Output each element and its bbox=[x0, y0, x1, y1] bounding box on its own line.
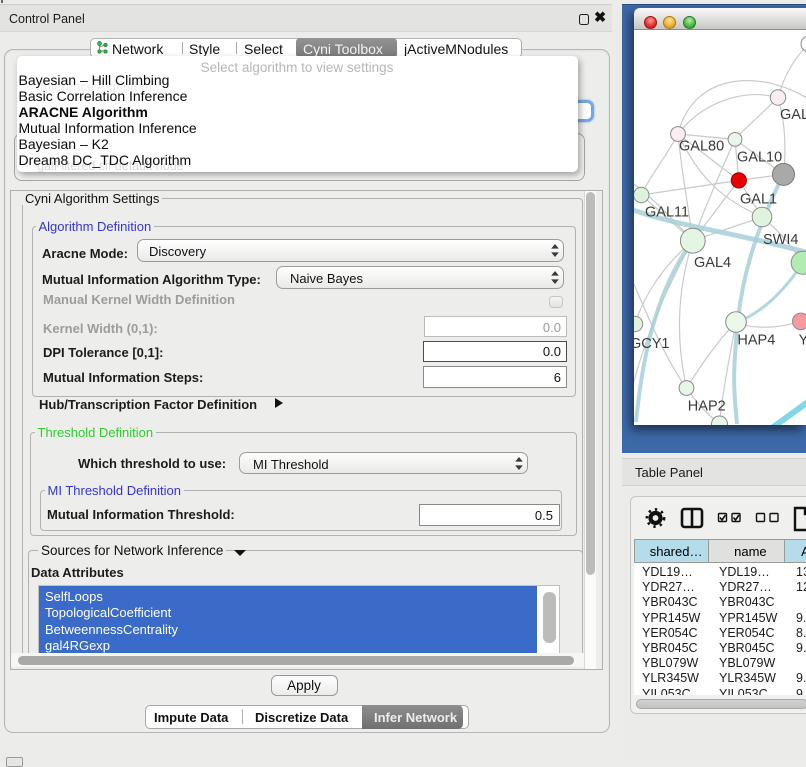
svg-text:HAP2: HAP2 bbox=[688, 399, 726, 415]
svg-text:GAL80: GAL80 bbox=[679, 138, 724, 154]
svg-text:GAL: GAL bbox=[780, 107, 806, 123]
svg-text:GAL1: GAL1 bbox=[740, 192, 777, 208]
svg-text:SWI4: SWI4 bbox=[763, 232, 798, 248]
svg-text:GAL10: GAL10 bbox=[737, 150, 782, 166]
svg-text:Y: Y bbox=[799, 332, 806, 348]
svg-text:GCY1: GCY1 bbox=[634, 336, 670, 352]
svg-text:HAP4: HAP4 bbox=[737, 332, 775, 348]
svg-text:GAL4: GAL4 bbox=[694, 255, 731, 271]
svg-text:GAL11: GAL11 bbox=[645, 205, 689, 221]
